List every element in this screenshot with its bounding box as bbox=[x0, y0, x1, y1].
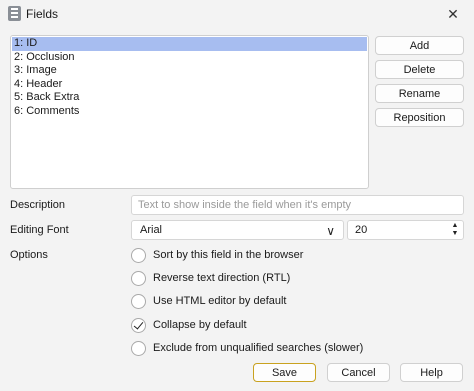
option-sort-by-field[interactable]: Sort by this field in the browser bbox=[131, 247, 303, 263]
checkbox[interactable] bbox=[131, 293, 146, 309]
description-input[interactable]: Text to show inside the field when it's … bbox=[131, 195, 464, 215]
list-item[interactable]: 6: Comments bbox=[12, 105, 367, 119]
checkbox[interactable] bbox=[131, 340, 146, 356]
option-label: Use HTML editor by default bbox=[153, 295, 287, 307]
add-button[interactable]: Add bbox=[375, 36, 464, 55]
option-label: Collapse by default bbox=[153, 319, 247, 331]
list-item[interactable]: 1: ID bbox=[12, 37, 367, 51]
close-icon[interactable]: ✕ bbox=[432, 0, 474, 28]
list-item[interactable]: 2: Occlusion bbox=[12, 51, 367, 65]
font-select[interactable]: Arial ∨ bbox=[131, 220, 344, 240]
option-label: Sort by this field in the browser bbox=[153, 249, 304, 261]
font-select-value: Arial bbox=[140, 224, 163, 236]
font-size-value: 20 bbox=[355, 224, 368, 236]
checkbox-checked[interactable] bbox=[131, 317, 146, 333]
rename-button[interactable]: Rename bbox=[375, 84, 464, 103]
help-button[interactable]: Help bbox=[400, 363, 463, 382]
list-item[interactable]: 3: Image bbox=[12, 64, 367, 78]
delete-button[interactable]: Delete bbox=[375, 60, 464, 79]
option-reverse-text[interactable]: Reverse text direction (RTL) bbox=[131, 270, 290, 286]
editing-font-label: Editing Font bbox=[10, 224, 69, 236]
fields-list[interactable]: 1: ID 2: Occlusion 3: Image 4: Header 5:… bbox=[10, 35, 369, 189]
option-exclude-searches[interactable]: Exclude from unqualified searches (slowe… bbox=[131, 340, 363, 356]
spin-arrows-icon[interactable]: ▲ ▼ bbox=[451, 222, 459, 238]
options-label: Options bbox=[10, 249, 48, 261]
save-button[interactable]: Save bbox=[253, 363, 316, 382]
option-html-editor[interactable]: Use HTML editor by default bbox=[131, 293, 286, 309]
reposition-button[interactable]: Reposition bbox=[375, 108, 464, 127]
option-collapse[interactable]: Collapse by default bbox=[131, 317, 247, 333]
font-size-spinbox[interactable]: 20 ▲ ▼ bbox=[347, 220, 464, 240]
chevron-down-icon[interactable]: ∨ bbox=[326, 222, 335, 240]
checkbox[interactable] bbox=[131, 270, 146, 286]
cancel-button[interactable]: Cancel bbox=[327, 363, 390, 382]
list-item[interactable]: 5: Back Extra bbox=[12, 91, 367, 105]
option-label: Reverse text direction (RTL) bbox=[153, 272, 291, 284]
title-bar: Fields ✕ bbox=[0, 0, 474, 28]
app-icon bbox=[8, 6, 21, 21]
list-item[interactable]: 4: Header bbox=[12, 78, 367, 92]
description-label: Description bbox=[10, 199, 66, 211]
checkbox[interactable] bbox=[131, 247, 146, 263]
window-title: Fields bbox=[26, 7, 59, 21]
option-label: Exclude from unqualified searches (slowe… bbox=[153, 342, 364, 354]
